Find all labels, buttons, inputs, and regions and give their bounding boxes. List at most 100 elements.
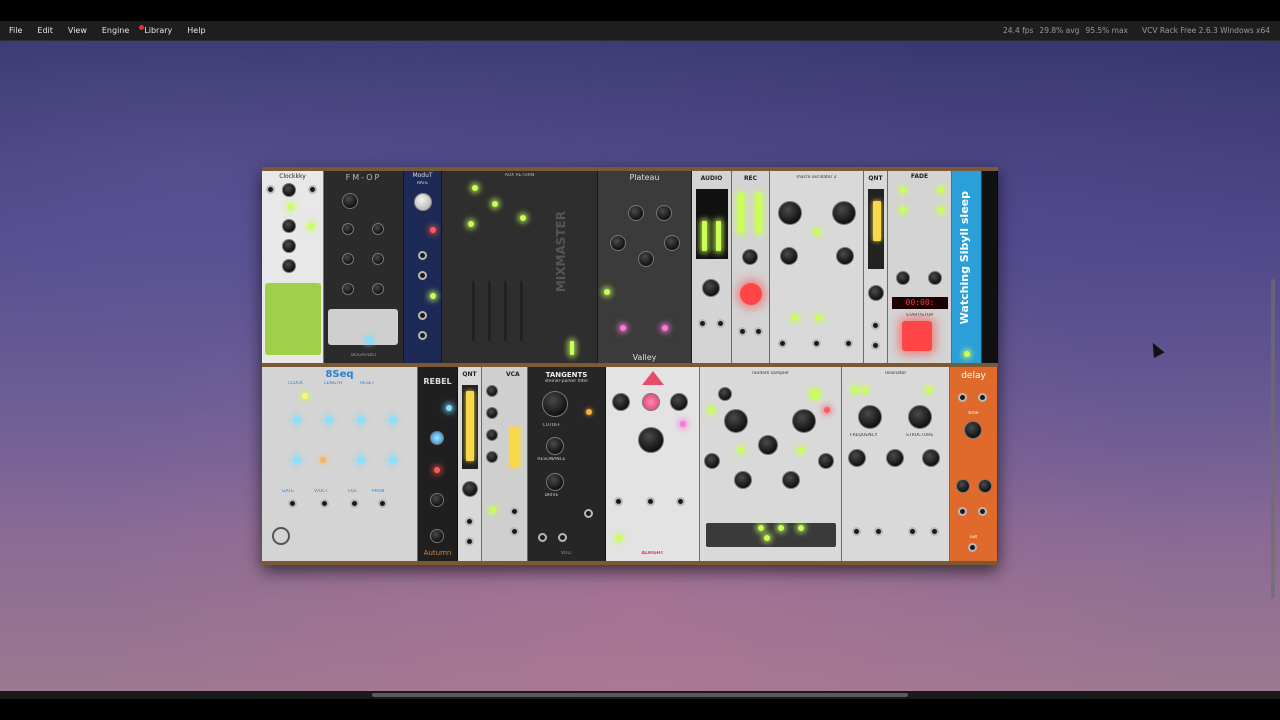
module-macro-oscillator[interactable]: macro oscillator 2 (770, 171, 864, 363)
seq-step-5[interactable] (294, 457, 300, 463)
mix-fader-2[interactable] (488, 281, 491, 341)
alright-knob-1[interactable] (612, 393, 630, 411)
delay-time-knob[interactable] (964, 421, 982, 439)
rec-jack-r[interactable] (754, 327, 763, 336)
macro-frequency-knob[interactable] (778, 201, 802, 225)
delay-knob-2[interactable] (956, 479, 970, 493)
alright-jack-2[interactable] (646, 497, 655, 506)
res-knob-5[interactable] (922, 449, 940, 467)
module-delay[interactable]: delay time out (950, 367, 998, 561)
alright-knob-2[interactable] (642, 393, 660, 411)
res-jack-2[interactable] (874, 527, 883, 536)
horizontal-scrollbar-track[interactable] (0, 691, 1280, 699)
delay-in-jack-2[interactable] (978, 393, 987, 402)
alright-main-knob[interactable] (638, 427, 664, 453)
rs-knob-1[interactable] (718, 387, 732, 401)
alright-knob-3[interactable] (670, 393, 688, 411)
vca-knob-4[interactable] (486, 451, 498, 463)
fmop-knob-7[interactable] (372, 283, 384, 295)
module-tangents[interactable]: TANGENTS steiner-parker filter CUTOFF RE… (528, 367, 606, 561)
tangents-jack-1[interactable] (584, 509, 593, 518)
macro-jack-1[interactable] (778, 339, 787, 348)
rec-record-button[interactable] (740, 283, 762, 305)
plateau-knob-2[interactable] (656, 205, 672, 221)
qnt-jack-2[interactable] (871, 341, 880, 350)
menu-edit[interactable]: Edit (31, 21, 59, 41)
seq-gate-jack[interactable] (288, 499, 297, 508)
module-mixmaster[interactable]: AUX RETURN MIXMASTER (442, 171, 598, 363)
modut-jack-3[interactable] (418, 311, 427, 320)
menu-view[interactable]: View (62, 21, 93, 41)
rs-knob-2[interactable] (724, 409, 748, 433)
module-8seq[interactable]: 8Seq CLOCK LENGTH RESET GATE V/OCT EOC P… (262, 367, 418, 561)
rs-knob-8[interactable] (782, 471, 800, 489)
plateau-knob-1[interactable] (628, 205, 644, 221)
res-knob-3[interactable] (848, 449, 866, 467)
macro-jack-2[interactable] (812, 339, 821, 348)
delay-jack-3[interactable] (958, 507, 967, 516)
rebel-knob-3[interactable] (430, 529, 444, 543)
plateau-knob-5[interactable] (664, 235, 680, 251)
seq-step-3[interactable] (358, 417, 364, 423)
vca-jack-2[interactable] (510, 527, 519, 536)
delay-jack-4[interactable] (978, 507, 987, 516)
qnt-jack-1[interactable] (871, 321, 880, 330)
fmop-knob-3[interactable] (372, 223, 384, 235)
seq-step-8[interactable] (390, 457, 396, 463)
rs-knob-4[interactable] (758, 435, 778, 455)
res-jack-1[interactable] (852, 527, 861, 536)
module-vca[interactable]: VCA (482, 367, 528, 561)
tangents-resonance-knob[interactable] (546, 437, 564, 455)
delay-knob-3[interactable] (978, 479, 992, 493)
module-plateau[interactable]: Plateau Valley (598, 171, 692, 363)
module-rebel[interactable]: REBEL Autumn (418, 367, 458, 561)
vca-knob-1[interactable] (486, 385, 498, 397)
clock-knob-3[interactable] (282, 239, 296, 253)
module-note[interactable]: Watching Sibyll sleep (952, 171, 982, 363)
menu-engine[interactable]: Engine (96, 21, 135, 41)
audio-level-knob[interactable] (702, 279, 720, 297)
module-fade[interactable]: FADE 00:00: START/STOP (888, 171, 952, 363)
qnt-knob[interactable] (868, 285, 884, 301)
fmop-knob-1[interactable] (342, 193, 358, 209)
module-random-sampler[interactable]: random sampler (700, 367, 842, 561)
rs-jack-row[interactable] (706, 523, 836, 547)
qnt2-jack-1[interactable] (465, 517, 474, 526)
delay-out-jack[interactable] (968, 543, 977, 552)
clock-jack-1[interactable] (266, 185, 275, 194)
module-modut[interactable]: ModuT RATE (404, 171, 442, 363)
res-jack-4[interactable] (930, 527, 939, 536)
mix-fader-4[interactable] (520, 281, 523, 341)
rs-knob-7[interactable] (734, 471, 752, 489)
audio-jack-r[interactable] (716, 319, 725, 328)
seq-eoc-jack[interactable] (350, 499, 359, 508)
clock-knob-2[interactable] (282, 219, 296, 233)
seq-prob-jack[interactable] (378, 499, 387, 508)
rec-gain-knob[interactable] (742, 249, 758, 265)
modut-jack-2[interactable] (418, 271, 427, 280)
rack-canvas[interactable]: Clockkky FM-OP BOGAUDIO ModuT RATE AUX R… (0, 41, 1280, 691)
macro-morph-knob[interactable] (836, 247, 854, 265)
menu-library[interactable]: Library (138, 21, 178, 41)
fade-knob-2[interactable] (928, 271, 942, 285)
tangents-cutoff-knob[interactable] (542, 391, 568, 417)
plateau-knob-4[interactable] (638, 251, 654, 267)
vertical-scrollbar[interactable] (1271, 279, 1275, 599)
alright-jack-1[interactable] (614, 497, 623, 506)
vca-knob-3[interactable] (486, 429, 498, 441)
fmop-knob-6[interactable] (342, 283, 354, 295)
qnt2-knob[interactable] (462, 481, 478, 497)
fade-knob-1[interactable] (896, 271, 910, 285)
macro-harmonics-knob[interactable] (832, 201, 856, 225)
module-fm-op[interactable]: FM-OP BOGAUDIO (324, 171, 404, 363)
tangents-jack-2[interactable] (538, 533, 547, 542)
modut-jack-1[interactable] (418, 251, 427, 260)
rs-knob-5[interactable] (704, 453, 720, 469)
qnt2-jack-2[interactable] (465, 537, 474, 546)
module-qnt-2[interactable]: QNT (458, 367, 482, 561)
fmop-knob-2[interactable] (342, 223, 354, 235)
clock-knob-4[interactable] (282, 259, 296, 273)
vca-knob-2[interactable] (486, 407, 498, 419)
rebel-knob-1[interactable] (430, 431, 444, 445)
clock-rate-knob[interactable] (282, 183, 296, 197)
